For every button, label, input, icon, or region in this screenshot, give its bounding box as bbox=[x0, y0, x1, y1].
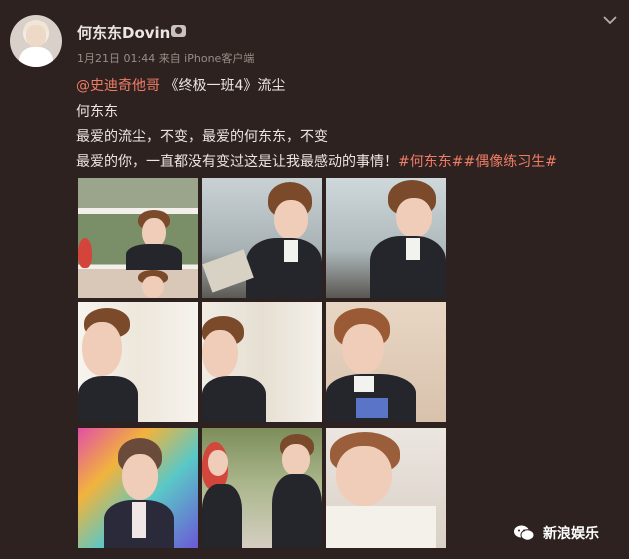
avatar[interactable] bbox=[10, 15, 62, 67]
watermark-text: 新浪娱乐 bbox=[543, 526, 599, 542]
chevron-down-icon[interactable] bbox=[603, 15, 617, 25]
post-line-2: 何东东 bbox=[76, 104, 118, 120]
post-line-3: 最爱的流尘，不变，最爱的何东东，不变 bbox=[76, 129, 328, 145]
wechat-icon bbox=[514, 525, 535, 541]
photo-5[interactable] bbox=[202, 302, 322, 422]
photo-8[interactable] bbox=[202, 428, 322, 548]
post-line-4-text: 最爱的你，一直都没有变过这是让我最感动的事情！ bbox=[76, 154, 398, 170]
hashtag-links[interactable]: #何东东##偶像练习生# bbox=[398, 154, 557, 170]
post-meta: 1月21日 01:44 来自 iPhone客户端 bbox=[77, 52, 255, 65]
photo-3[interactable] bbox=[326, 178, 446, 298]
photo-2[interactable] bbox=[202, 178, 322, 298]
photo-1[interactable] bbox=[78, 178, 198, 298]
post-line-1-text: 《终极一班4》流尘 bbox=[160, 78, 286, 94]
post-line-1: @史迪奇他哥 《终极一班4》流尘 bbox=[76, 75, 285, 95]
photo-4[interactable] bbox=[78, 302, 198, 422]
photo-7[interactable] bbox=[78, 428, 198, 548]
post-line-4: 最爱的你，一直都没有变过这是让我最感动的事情！#何东东##偶像练习生# bbox=[76, 151, 557, 171]
mention-link[interactable]: @史迪奇他哥 bbox=[76, 78, 160, 94]
username[interactable]: 何东东Dovin bbox=[77, 22, 170, 43]
watermark: 新浪娱乐 bbox=[513, 520, 619, 546]
photo-6[interactable] bbox=[326, 302, 446, 422]
verified-badge-icon bbox=[171, 25, 186, 37]
photo-9[interactable] bbox=[326, 428, 446, 548]
